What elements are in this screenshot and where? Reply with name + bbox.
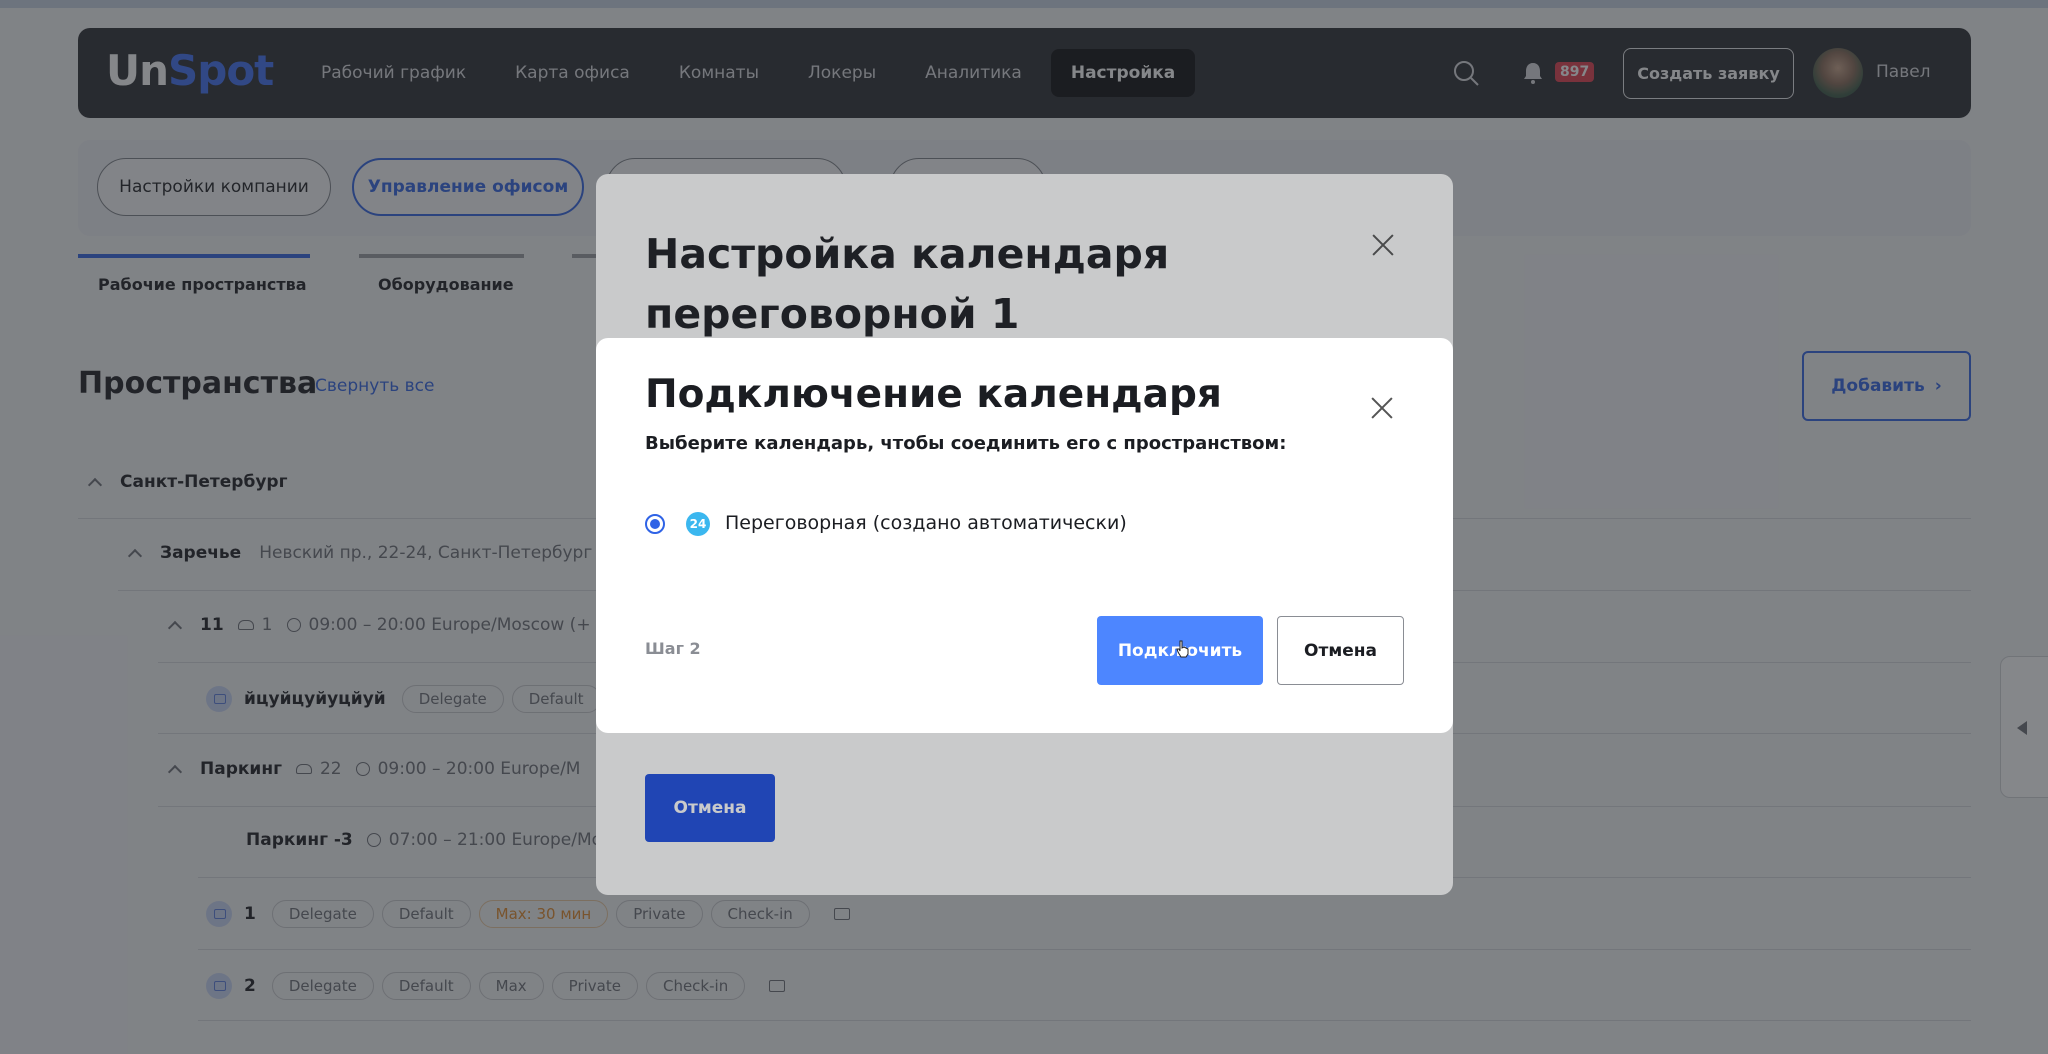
step-indicator: Шаг 2 bbox=[645, 639, 701, 658]
calendar-option-label[interactable]: Переговорная (создано автоматически) bbox=[725, 512, 1127, 534]
calendar-radio[interactable] bbox=[645, 514, 665, 534]
hand-cursor-icon bbox=[1176, 640, 1189, 658]
calendar-icon: 24 bbox=[686, 512, 710, 536]
modal-subtitle: Выберите календарь, чтобы соединить его … bbox=[645, 433, 1287, 454]
modal-title: Подключение календаря bbox=[645, 372, 1222, 417]
cancel-button[interactable]: Отмена bbox=[1277, 616, 1404, 685]
close-icon[interactable] bbox=[1371, 397, 1393, 419]
connect-calendar-modal: Подключение календаря Выберите календарь… bbox=[596, 338, 1453, 733]
